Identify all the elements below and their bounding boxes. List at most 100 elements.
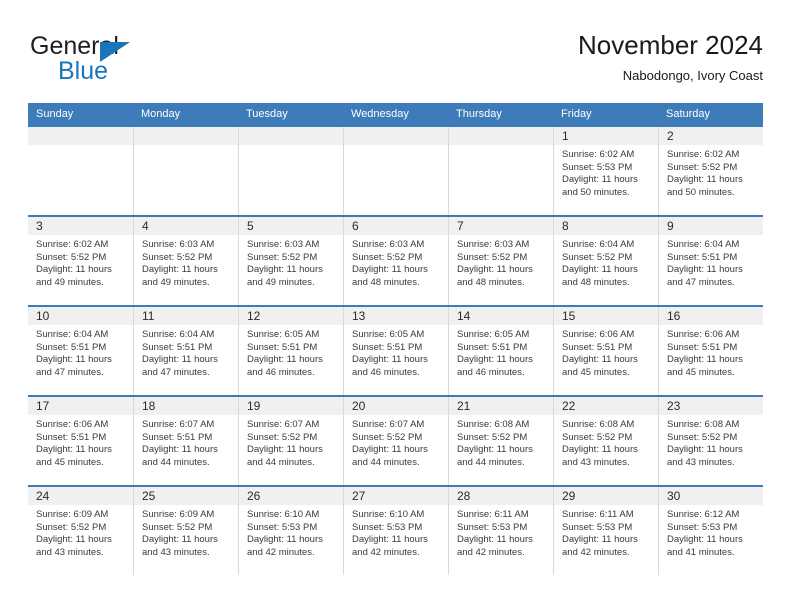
sunrise-text: Sunrise: 6:02 AM [562, 149, 635, 160]
day-detail: Sunrise: 6:03 AM Sunset: 5:52 PM Dayligh… [449, 235, 553, 289]
daylight-text-line2: and 42 minutes. [562, 546, 630, 558]
day-cell[interactable]: 5 Sunrise: 6:03 AM Sunset: 5:52 PM Dayli… [238, 217, 343, 305]
day-detail: Sunrise: 6:04 AM Sunset: 5:51 PM Dayligh… [134, 325, 238, 379]
day-number: 4 [142, 219, 149, 233]
day-cell[interactable]: 8 Sunrise: 6:04 AM Sunset: 5:52 PM Dayli… [553, 217, 658, 305]
day-cell[interactable]: 25 Sunrise: 6:09 AM Sunset: 5:52 PM Dayl… [133, 487, 238, 575]
day-detail: Sunrise: 6:05 AM Sunset: 5:51 PM Dayligh… [239, 325, 343, 379]
day-number: 5 [247, 219, 254, 233]
day-cell[interactable]: 1 Sunrise: 6:02 AM Sunset: 5:53 PM Dayli… [553, 127, 658, 215]
day-number: 1 [562, 129, 569, 143]
daylight-text-line1: Daylight: 11 hours [562, 264, 638, 276]
day-cell[interactable]: 3 Sunrise: 6:02 AM Sunset: 5:52 PM Dayli… [28, 217, 133, 305]
daylight-text-line2: and 45 minutes. [562, 366, 630, 378]
sunrise-text: Sunrise: 6:12 AM [667, 509, 740, 520]
daylight-text-line2: and 43 minutes. [667, 456, 735, 468]
day-cell[interactable] [448, 127, 553, 215]
day-cell[interactable]: 10 Sunrise: 6:04 AM Sunset: 5:51 PM Dayl… [28, 307, 133, 395]
day-detail: Sunrise: 6:02 AM Sunset: 5:53 PM Dayligh… [554, 145, 658, 199]
sunrise-text: Sunrise: 6:08 AM [457, 419, 530, 430]
day-detail: Sunrise: 6:02 AM Sunset: 5:52 PM Dayligh… [659, 145, 763, 199]
daylight-text-line1: Daylight: 11 hours [667, 534, 743, 546]
day-cell[interactable]: 21 Sunrise: 6:08 AM Sunset: 5:52 PM Dayl… [448, 397, 553, 485]
day-detail: Sunrise: 6:06 AM Sunset: 5:51 PM Dayligh… [659, 325, 763, 379]
daylight-text-line1: Daylight: 11 hours [457, 534, 533, 546]
day-number-band [134, 127, 238, 145]
day-cell[interactable]: 17 Sunrise: 6:06 AM Sunset: 5:51 PM Dayl… [28, 397, 133, 485]
day-number: 29 [562, 489, 576, 503]
day-cell[interactable] [343, 127, 448, 215]
calendar-week-row: 10 Sunrise: 6:04 AM Sunset: 5:51 PM Dayl… [28, 305, 763, 395]
day-cell[interactable] [238, 127, 343, 215]
day-cell[interactable]: 24 Sunrise: 6:09 AM Sunset: 5:52 PM Dayl… [28, 487, 133, 575]
daylight-text-line2: and 50 minutes. [562, 186, 630, 198]
daylight-text-line1: Daylight: 11 hours [457, 264, 533, 276]
sunset-text: Sunset: 5:51 PM [247, 341, 318, 353]
day-cell[interactable]: 28 Sunrise: 6:11 AM Sunset: 5:53 PM Dayl… [448, 487, 553, 575]
day-number-band: 21 [449, 397, 553, 415]
title-block: November 2024 Nabodongo, Ivory Coast [578, 28, 763, 87]
daylight-text-line1: Daylight: 11 hours [562, 174, 638, 186]
day-number-band: 26 [239, 487, 343, 505]
day-number-band: 17 [28, 397, 133, 415]
general-blue-logo[interactable]: General Blue [28, 32, 208, 88]
day-cell[interactable]: 2 Sunrise: 6:02 AM Sunset: 5:52 PM Dayli… [658, 127, 763, 215]
sunrise-text: Sunrise: 6:03 AM [142, 239, 215, 250]
sunrise-text: Sunrise: 6:04 AM [562, 239, 635, 250]
day-cell[interactable]: 16 Sunrise: 6:06 AM Sunset: 5:51 PM Dayl… [658, 307, 763, 395]
day-cell[interactable]: 19 Sunrise: 6:07 AM Sunset: 5:52 PM Dayl… [238, 397, 343, 485]
sunset-text: Sunset: 5:52 PM [667, 161, 738, 173]
day-cell[interactable]: 6 Sunrise: 6:03 AM Sunset: 5:52 PM Dayli… [343, 217, 448, 305]
day-cell[interactable]: 15 Sunrise: 6:06 AM Sunset: 5:51 PM Dayl… [553, 307, 658, 395]
day-cell[interactable]: 23 Sunrise: 6:08 AM Sunset: 5:52 PM Dayl… [658, 397, 763, 485]
day-number: 6 [352, 219, 359, 233]
sunset-text: Sunset: 5:52 PM [562, 251, 633, 263]
sunset-text: Sunset: 5:51 PM [667, 251, 738, 263]
calendar-week-row: 3 Sunrise: 6:02 AM Sunset: 5:52 PM Dayli… [28, 215, 763, 305]
daylight-text-line2: and 46 minutes. [352, 366, 420, 378]
sunset-text: Sunset: 5:52 PM [247, 251, 318, 263]
day-cell[interactable]: 12 Sunrise: 6:05 AM Sunset: 5:51 PM Dayl… [238, 307, 343, 395]
day-number-band: 16 [659, 307, 763, 325]
day-cell[interactable]: 14 Sunrise: 6:05 AM Sunset: 5:51 PM Dayl… [448, 307, 553, 395]
day-number: 13 [352, 309, 366, 323]
daylight-text-line2: and 49 minutes. [247, 276, 315, 288]
day-cell[interactable]: 26 Sunrise: 6:10 AM Sunset: 5:53 PM Dayl… [238, 487, 343, 575]
daylight-text-line2: and 46 minutes. [247, 366, 315, 378]
day-number: 3 [36, 219, 43, 233]
day-number-band: 1 [554, 127, 658, 145]
day-cell[interactable]: 9 Sunrise: 6:04 AM Sunset: 5:51 PM Dayli… [658, 217, 763, 305]
day-cell[interactable]: 11 Sunrise: 6:04 AM Sunset: 5:51 PM Dayl… [133, 307, 238, 395]
day-cell[interactable]: 4 Sunrise: 6:03 AM Sunset: 5:52 PM Dayli… [133, 217, 238, 305]
daylight-text-line1: Daylight: 11 hours [457, 354, 533, 366]
calendar-weekday-header: Sunday Monday Tuesday Wednesday Thursday… [28, 103, 763, 125]
day-cell[interactable]: 22 Sunrise: 6:08 AM Sunset: 5:52 PM Dayl… [553, 397, 658, 485]
sunrise-text: Sunrise: 6:10 AM [247, 509, 320, 520]
day-number: 16 [667, 309, 681, 323]
day-number: 12 [247, 309, 261, 323]
calendar-grid: Sunday Monday Tuesday Wednesday Thursday… [28, 103, 763, 575]
daylight-text-line1: Daylight: 11 hours [352, 444, 428, 456]
day-number-band: 23 [659, 397, 763, 415]
day-cell[interactable]: 18 Sunrise: 6:07 AM Sunset: 5:51 PM Dayl… [133, 397, 238, 485]
sunset-text: Sunset: 5:53 PM [247, 521, 318, 533]
day-cell[interactable]: 30 Sunrise: 6:12 AM Sunset: 5:53 PM Dayl… [658, 487, 763, 575]
sunset-text: Sunset: 5:52 PM [142, 251, 213, 263]
daylight-text-line1: Daylight: 11 hours [36, 264, 112, 276]
sunrise-text: Sunrise: 6:08 AM [667, 419, 740, 430]
day-cell[interactable]: 13 Sunrise: 6:05 AM Sunset: 5:51 PM Dayl… [343, 307, 448, 395]
day-number-band [239, 127, 343, 145]
sunset-text: Sunset: 5:52 PM [142, 521, 213, 533]
sunrise-text: Sunrise: 6:05 AM [352, 329, 425, 340]
day-cell[interactable]: 27 Sunrise: 6:10 AM Sunset: 5:53 PM Dayl… [343, 487, 448, 575]
daylight-text-line2: and 48 minutes. [562, 276, 630, 288]
day-cell[interactable]: 29 Sunrise: 6:11 AM Sunset: 5:53 PM Dayl… [553, 487, 658, 575]
daylight-text-line2: and 43 minutes. [36, 546, 104, 558]
day-number-band: 13 [344, 307, 448, 325]
day-cell[interactable] [28, 127, 133, 215]
day-cell[interactable]: 7 Sunrise: 6:03 AM Sunset: 5:52 PM Dayli… [448, 217, 553, 305]
day-cell[interactable]: 20 Sunrise: 6:07 AM Sunset: 5:52 PM Dayl… [343, 397, 448, 485]
day-cell[interactable] [133, 127, 238, 215]
daylight-text-line1: Daylight: 11 hours [247, 264, 323, 276]
day-detail [449, 145, 553, 149]
